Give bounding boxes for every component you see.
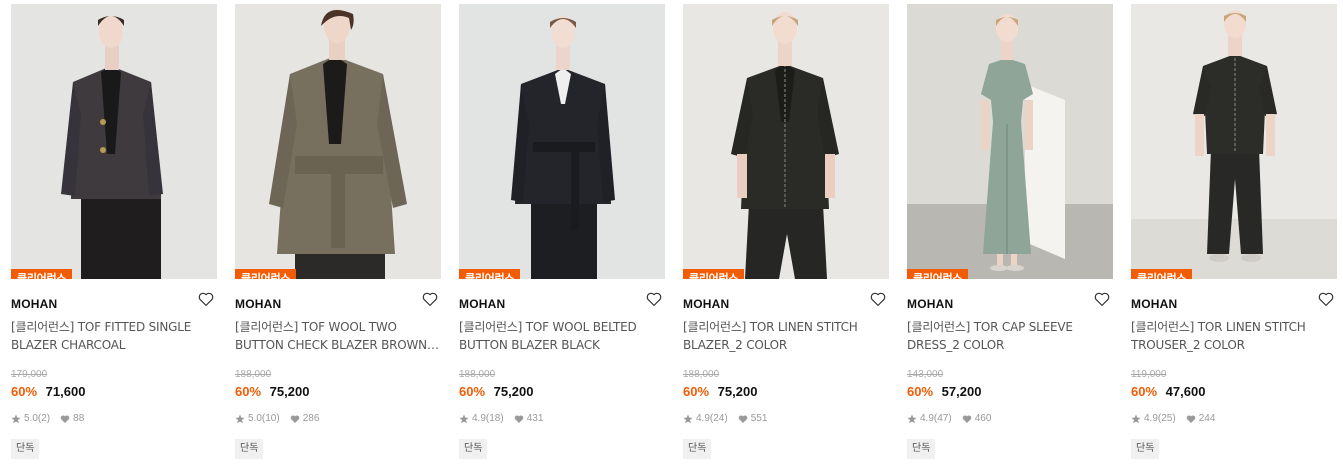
rating-score: 5.0 [248, 413, 262, 424]
product-photo-linen-stitch-trouser [1131, 4, 1337, 279]
sale-price: 47,600 [1165, 384, 1206, 399]
original-price: 188,000 [235, 369, 272, 380]
heart-outline-icon[interactable] [1317, 290, 1335, 308]
heart-filled-icon [1186, 414, 1196, 424]
rating-score: 4.9 [696, 413, 710, 424]
heart-filled-icon [738, 414, 748, 424]
discount-rate: 60% [235, 384, 262, 399]
review-count: (25) [1157, 413, 1176, 424]
rating-score: 4.9 [1144, 413, 1158, 424]
exclusive-tag: 단독 [11, 439, 40, 459]
sale-price: 75,200 [717, 384, 758, 399]
brand-name[interactable]: MOHAN [683, 297, 729, 311]
product-image[interactable]: 클리어런스 [235, 4, 441, 279]
star-icon [235, 414, 245, 424]
review-count: (18) [485, 413, 504, 424]
review-count: (2) [37, 413, 51, 424]
rating-score: 4.9 [920, 413, 934, 424]
star-icon [907, 414, 917, 424]
discount-rate: 60% [907, 384, 934, 399]
sale-price: 57,200 [941, 384, 982, 399]
heart-filled-icon [290, 414, 300, 424]
product-name[interactable]: [클리어런스] TOF WOOL TWO BUTTON CHECK BLAZER… [235, 318, 441, 354]
product-card[interactable]: 클리어런스 MOHAN [클리어런스] TOF WOOL TWO BUTTON … [235, 4, 441, 464]
sale-price: 75,200 [269, 384, 310, 399]
like-count: 460 [974, 413, 992, 424]
discount-rate: 60% [459, 384, 486, 399]
product-card[interactable]: 클리어런스 MOHAN [클리어런스] TOR CAP SLEEVE DRESS… [907, 4, 1113, 464]
product-image[interactable]: 클리어런스 [907, 4, 1113, 279]
star-icon [11, 414, 21, 424]
original-price: 179,000 [11, 369, 48, 380]
product-photo-black-belted-blazer [459, 4, 665, 279]
brand-name[interactable]: MOHAN [235, 297, 281, 311]
brand-name[interactable]: MOHAN [459, 297, 505, 311]
original-price: 143,000 [907, 369, 944, 380]
product-card[interactable]: 클리어런스 MOHAN [클리어런스] TOR LINEN STITCH TRO… [1131, 4, 1337, 464]
product-photo-charcoal-blazer [11, 4, 217, 279]
heart-filled-icon [60, 414, 70, 424]
product-image[interactable]: 클리어런스 [1131, 4, 1337, 279]
like-count: 244 [1198, 413, 1216, 424]
product-card[interactable]: 클리어런스 MOHAN [클리어런스] TOR LINEN STITCH BLA… [683, 4, 889, 464]
heart-filled-icon [962, 414, 972, 424]
exclusive-tag: 단독 [235, 439, 264, 459]
exclusive-tag: 단독 [1131, 439, 1160, 459]
heart-filled-icon [514, 414, 524, 424]
product-photo-cap-sleeve-dress [907, 4, 1113, 279]
brand-name[interactable]: MOHAN [11, 297, 57, 311]
exclusive-tag: 단독 [459, 439, 488, 459]
discount-rate: 60% [683, 384, 710, 399]
like-count: 286 [302, 413, 320, 424]
original-price: 119,000 [1131, 369, 1167, 380]
product-image[interactable]: 클리어런스 [11, 4, 217, 279]
product-card[interactable]: 클리어런스 MOHAN [클리어런스] TOF WOOL BELTED BUTT… [459, 4, 665, 464]
sale-price: 75,200 [493, 384, 534, 399]
product-name[interactable]: [클리어런스] TOR LINEN STITCH TROUSER_2 COLOR [1131, 318, 1337, 354]
product-name[interactable]: [클리어런스] TOF FITTED SINGLE BLAZER CHARCOA… [11, 318, 217, 354]
review-count: (10) [261, 413, 280, 424]
star-icon [683, 414, 693, 424]
product-photo-linen-stitch-blazer [683, 4, 889, 279]
heart-outline-icon[interactable] [197, 290, 215, 308]
rating-score: 4.9 [472, 413, 486, 424]
product-photo-brown-check-blazer [235, 4, 441, 279]
clearance-badge: 클리어런스 [683, 269, 745, 279]
clearance-badge: 클리어런스 [235, 269, 297, 279]
product-image[interactable]: 클리어런스 [459, 4, 665, 279]
heart-outline-icon[interactable] [869, 290, 887, 308]
like-count: 88 [73, 413, 85, 424]
brand-name[interactable]: MOHAN [1131, 297, 1177, 311]
product-name[interactable]: [클리어런스] TOR CAP SLEEVE DRESS_2 COLOR [907, 318, 1113, 354]
original-price: 188,000 [459, 369, 496, 380]
rating-score: 5.0 [24, 413, 38, 424]
discount-rate: 60% [1131, 384, 1158, 399]
clearance-badge: 클리어런스 [459, 269, 521, 279]
product-image[interactable]: 클리어런스 [683, 4, 889, 279]
product-grid: 클리어런스 MOHAN [클리어런스] TOF FITTED SINGLE BL… [0, 0, 1343, 470]
product-name[interactable]: [클리어런스] TOR LINEN STITCH BLAZER_2 COLOR [683, 318, 889, 354]
original-price: 188,000 [683, 369, 720, 380]
exclusive-tag: 단독 [907, 439, 936, 459]
heart-outline-icon[interactable] [645, 290, 663, 308]
discount-rate: 60% [11, 384, 38, 399]
like-count: 431 [526, 413, 544, 424]
star-icon [1131, 414, 1141, 424]
star-icon [459, 414, 469, 424]
heart-outline-icon[interactable] [421, 290, 439, 308]
like-count: 551 [750, 413, 768, 424]
clearance-badge: 클리어런스 [907, 269, 969, 279]
product-card[interactable]: 클리어런스 MOHAN [클리어런스] TOF FITTED SINGLE BL… [11, 4, 217, 464]
exclusive-tag: 단독 [683, 439, 712, 459]
product-name[interactable]: [클리어런스] TOF WOOL BELTED BUTTON BLAZER BL… [459, 318, 665, 354]
sale-price: 71,600 [45, 384, 86, 399]
brand-name[interactable]: MOHAN [907, 297, 953, 311]
review-count: (24) [709, 413, 728, 424]
heart-outline-icon[interactable] [1093, 290, 1111, 308]
review-count: (47) [933, 413, 952, 424]
clearance-badge: 클리어런스 [11, 269, 73, 279]
clearance-badge: 클리어런스 [1131, 269, 1193, 279]
